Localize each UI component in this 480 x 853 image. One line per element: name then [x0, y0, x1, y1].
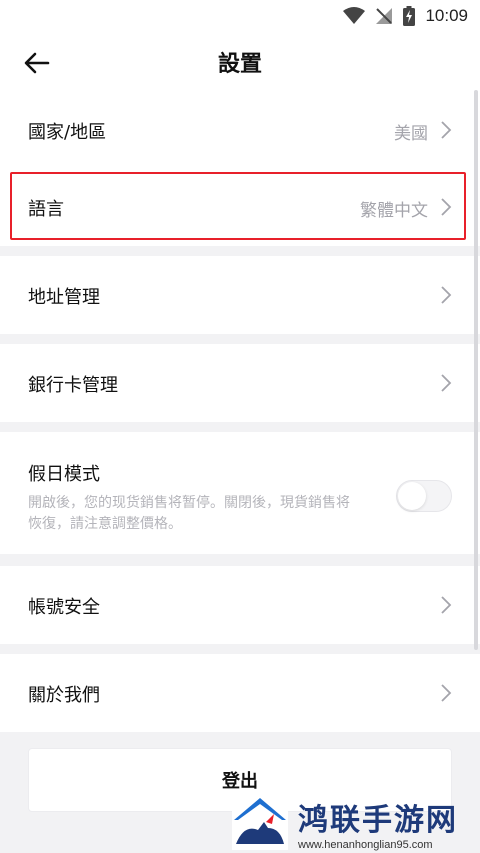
row-label: 國家/地區 — [28, 122, 107, 143]
row-label: 地址管理 — [28, 287, 100, 308]
chevron-right-icon — [441, 121, 452, 139]
battery-charging-icon — [403, 6, 416, 26]
settings-row-account-security[interactable]: 帳號安全 — [0, 566, 480, 644]
chevron-right-icon — [441, 596, 452, 614]
watermark-url: www.henanhonglian95.com — [298, 838, 433, 851]
holiday-mode-toggle[interactable] — [396, 480, 452, 512]
row-label: 銀行卡管理 — [28, 375, 118, 396]
chevron-right-icon — [441, 374, 452, 392]
settings-row-bank-card[interactable]: 銀行卡管理 — [0, 344, 480, 422]
settings-row-about[interactable]: 關於我們 — [0, 654, 480, 732]
row-label: 語言 — [28, 199, 64, 220]
chevron-right-icon — [441, 198, 452, 216]
watermark: 鸿联手游网 www.henanhonglian95.com — [230, 792, 480, 853]
status-bar: 10:09 — [0, 0, 480, 32]
header: 設置 — [0, 32, 480, 94]
scrollbar[interactable] — [474, 90, 478, 650]
settings-row-address[interactable]: 地址管理 — [0, 256, 480, 334]
chevron-right-icon — [441, 286, 452, 304]
row-label: 假日模式 — [28, 464, 100, 485]
row-label: 帳號安全 — [28, 597, 100, 618]
watermark-logo-icon — [232, 795, 288, 850]
holiday-mode-description: 開啟後，您的现货銷售将暂停。關閉後，現貨銷售将恢復，請注意調整價格。 — [28, 495, 350, 532]
row-value: 美國 — [394, 124, 428, 144]
toggle-knob — [398, 482, 426, 510]
settings-row-region[interactable]: 國家/地區 美國 — [0, 94, 480, 166]
chevron-right-icon — [441, 684, 452, 702]
row-value: 繁體中文 — [360, 201, 428, 221]
wifi-icon — [343, 7, 366, 24]
settings-row-language[interactable]: 語言 繁體中文 — [0, 166, 480, 246]
page-title: 設置 — [217, 52, 262, 77]
watermark-title: 鸿联手游网 — [298, 802, 458, 838]
no-signal-icon — [376, 8, 393, 24]
status-time: 10:09 — [425, 6, 468, 25]
row-label: 關於我們 — [28, 685, 100, 706]
